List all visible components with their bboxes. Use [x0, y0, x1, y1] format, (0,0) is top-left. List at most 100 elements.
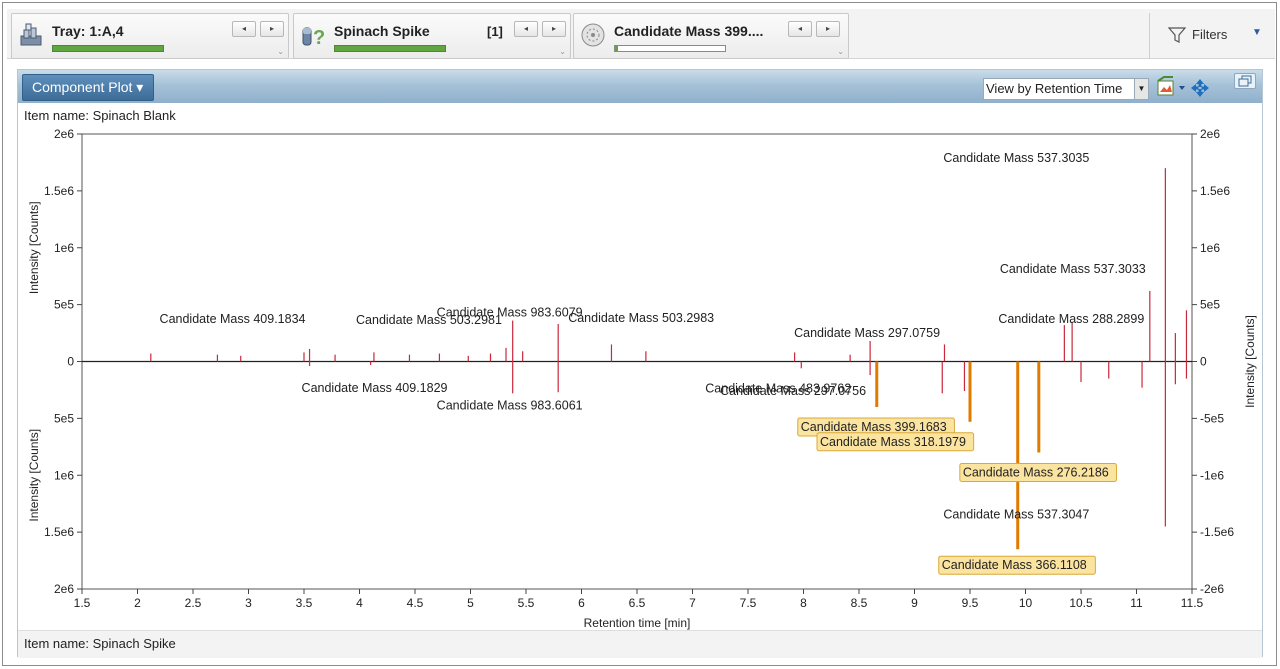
- x-tick-label: 5: [467, 596, 474, 610]
- export-image-icon[interactable]: [1157, 76, 1174, 96]
- chevron-down-icon[interactable]: ⌄: [277, 47, 284, 56]
- y-tick-label-left: 2e6: [54, 582, 74, 596]
- y-axis-label-right: Intensity [Counts]: [1243, 315, 1257, 408]
- item-name-bar: [18, 630, 1262, 658]
- tray-prev-button[interactable]: ◂: [232, 21, 256, 37]
- selector-toolbar: Tray: 1:A,4 ◂ ▸ ⌄ ? Spinach Spike [1] ◂ …: [7, 9, 1275, 59]
- x-axis-label: Retention time [min]: [584, 616, 691, 630]
- x-tick-label: 6.5: [629, 596, 646, 610]
- panel-header: Component Plot ▾ View by Retention Time …: [18, 70, 1262, 103]
- sample-next-button[interactable]: ▸: [542, 21, 566, 37]
- peak-label: Candidate Mass 409.1829: [302, 381, 448, 395]
- x-tick-label: 9.5: [962, 596, 979, 610]
- panel-tools: [1155, 76, 1217, 100]
- y-tick-label-right: 5e5: [1200, 298, 1220, 312]
- y-tick-label-right: -1e6: [1200, 468, 1224, 482]
- y-tick-label-left: 5e5: [54, 411, 74, 425]
- chevron-down-icon[interactable]: ⌄: [559, 47, 566, 56]
- tray-progress-bar: [52, 45, 164, 52]
- x-tick-label: 7.5: [740, 596, 757, 610]
- x-tick-label: 1.5: [74, 596, 91, 610]
- disc-icon: [581, 23, 605, 47]
- pan-move-icon[interactable]: [1191, 79, 1209, 97]
- x-tick-label: 4.5: [407, 596, 424, 610]
- x-tick-label: 9: [911, 596, 918, 610]
- sample-selector[interactable]: ? Spinach Spike [1] ◂ ▸ ⌄: [293, 13, 571, 59]
- peak-label: Candidate Mass 537.3047: [943, 507, 1089, 521]
- y-tick-label-left: 1e6: [54, 241, 74, 255]
- filters-label: Filters: [1192, 27, 1228, 42]
- sample-count: [1]: [487, 24, 503, 39]
- restore-window-icon[interactable]: [1234, 73, 1256, 89]
- y-tick-label-right: 1.5e6: [1200, 184, 1230, 198]
- component-plot-chart[interactable]: 1.5 2 2.5 3 3.5 4 4.5 5 5.5 6 6.5 7 7.5 8 8.5 9 9.5 10 10.…: [18, 124, 1262, 634]
- x-tick-label: 10: [1019, 596, 1033, 610]
- y-tick-label-left: 1.5e6: [44, 184, 74, 198]
- x-tick-label: 8: [800, 596, 807, 610]
- y-tick-label-left: 1.5e6: [44, 525, 74, 539]
- x-tick-label: 3: [245, 596, 252, 610]
- y-tick-label-right: 1e6: [1200, 241, 1220, 255]
- item-name-bottom: Item name: Spinach Spike: [24, 636, 176, 651]
- component-plot-menu-button[interactable]: Component Plot ▾: [22, 74, 154, 101]
- view-by-select-value: View by Retention Time: [986, 81, 1123, 96]
- app-frame: Tray: 1:A,4 ◂ ▸ ⌄ ? Spinach Spike [1] ◂ …: [2, 2, 1277, 666]
- y-tick-label-left: 5e5: [54, 298, 74, 312]
- peak-label: Candidate Mass 399.1683: [801, 420, 947, 434]
- tray-title: Tray: 1:A,4: [52, 23, 124, 39]
- x-tick-label: 11: [1130, 596, 1143, 610]
- sample-title: Spinach Spike: [334, 23, 430, 39]
- peak-label: Candidate Mass 297.0759: [794, 326, 940, 340]
- x-tick-label: 6: [578, 596, 585, 610]
- x-tick-label: 5.5: [518, 596, 535, 610]
- component-selector[interactable]: Candidate Mass 399.... ◂ ▸ ⌄: [573, 13, 849, 59]
- component-plot-panel: Component Plot ▾ View by Retention Time …: [17, 69, 1263, 658]
- chevron-down-icon[interactable]: [1179, 86, 1185, 90]
- x-tick-label: 4: [356, 596, 363, 610]
- y-tick-label-left: 1e6: [54, 468, 74, 482]
- component-prev-button[interactable]: ◂: [788, 21, 812, 37]
- filters-button[interactable]: Filters ▼: [1149, 13, 1273, 59]
- y-tick-label-right: -1.5e6: [1200, 525, 1234, 539]
- peak-label: Candidate Mass 503.2983: [568, 311, 714, 325]
- x-tick-label: 7: [689, 596, 696, 610]
- peak-label: Candidate Mass 366.1108: [942, 558, 1087, 572]
- y-tick-label-right: 0: [1200, 355, 1207, 369]
- component-title: Candidate Mass 399....: [614, 23, 764, 39]
- peak-label: Candidate Mass 318.1979: [820, 435, 966, 449]
- peak-label: Candidate Mass 983.6079: [437, 306, 583, 320]
- x-tick-label: 2: [134, 596, 141, 610]
- x-tick-label: 10.5: [1069, 596, 1093, 610]
- y-axis-label-top: Intensity [Counts]: [27, 201, 41, 294]
- y-tick-label-left: 0: [67, 355, 74, 369]
- peak-label: Candidate Mass 537.3033: [1000, 262, 1146, 276]
- x-tick-label: 8.5: [851, 596, 868, 610]
- y-tick-label-right: 2e6: [1200, 127, 1220, 141]
- sample-progress-bar: [334, 45, 446, 52]
- component-progress-bar: [614, 45, 726, 52]
- tray-next-button[interactable]: ▸: [260, 21, 284, 37]
- chevron-down-icon: ▼: [1134, 79, 1148, 99]
- y-tick-label-right: -5e5: [1200, 411, 1224, 425]
- peak-label: Candidate Mass 409.1834: [160, 312, 306, 326]
- peak-label: Candidate Mass 288.2899: [998, 312, 1144, 326]
- x-tick-label: 2.5: [185, 596, 202, 610]
- y-axis-label-bottom: Intensity [Counts]: [27, 429, 41, 522]
- y-tick-label-right: -2e6: [1200, 582, 1224, 596]
- svg-text:?: ?: [313, 27, 325, 48]
- sample-question-icon: ?: [302, 27, 325, 48]
- x-tick-label: 11.5: [1181, 596, 1204, 610]
- chevron-down-icon[interactable]: ⌄: [837, 47, 844, 56]
- x-tick-label: 3.5: [296, 596, 313, 610]
- item-name-top: Item name: Spinach Blank: [24, 108, 176, 123]
- tray-stack-icon: [20, 23, 42, 46]
- chevron-down-icon: ▼: [1252, 27, 1262, 38]
- peak-label: Candidate Mass 297.0756: [720, 384, 866, 398]
- sample-prev-button[interactable]: ◂: [514, 21, 538, 37]
- peak-label: Candidate Mass 537.3035: [943, 151, 1089, 165]
- peak-label: Candidate Mass 983.6061: [437, 398, 583, 412]
- component-next-button[interactable]: ▸: [816, 21, 840, 37]
- peak-label: Candidate Mass 276.2186: [963, 466, 1109, 480]
- tray-selector[interactable]: Tray: 1:A,4 ◂ ▸ ⌄: [11, 13, 289, 59]
- view-by-select[interactable]: View by Retention Time ▼: [983, 78, 1149, 100]
